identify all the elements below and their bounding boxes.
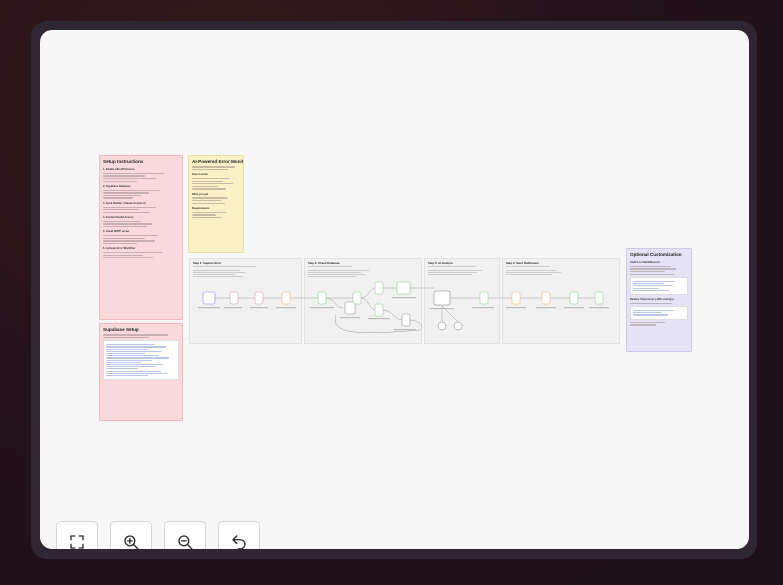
send-email-node bbox=[569, 291, 579, 305]
workflow-canvas[interactable]: Setup Instructions 1. Enable n8n API Acc… bbox=[40, 30, 749, 549]
zoom-in-icon bbox=[124, 535, 139, 549]
log-node bbox=[594, 291, 604, 305]
build-email-node bbox=[541, 291, 551, 305]
chat-model-node bbox=[437, 321, 447, 331]
format-node bbox=[511, 291, 521, 305]
zoom-out-button[interactable] bbox=[164, 521, 206, 549]
code-node bbox=[254, 291, 264, 305]
ai-agent-node bbox=[433, 290, 451, 306]
set-node bbox=[229, 291, 239, 305]
fit-view-button[interactable] bbox=[56, 521, 98, 549]
memory-node bbox=[453, 321, 463, 331]
supabase-update-node bbox=[352, 291, 362, 305]
parse-ai-node bbox=[479, 291, 489, 305]
wait-node bbox=[401, 313, 411, 327]
merge-node bbox=[396, 281, 411, 295]
workflow-nodes bbox=[202, 281, 604, 331]
reset-view-button[interactable] bbox=[218, 521, 260, 549]
supabase-insert-node bbox=[374, 303, 384, 317]
error-trigger-node bbox=[202, 291, 216, 305]
workflow-graph bbox=[198, 281, 609, 333]
supabase-get-node bbox=[317, 291, 327, 305]
switch-node bbox=[374, 281, 384, 295]
zoom-out-icon bbox=[178, 535, 193, 549]
http-node bbox=[281, 291, 291, 305]
zoom-in-button[interactable] bbox=[110, 521, 152, 549]
undo-icon bbox=[232, 535, 246, 549]
fit-view-icon bbox=[70, 535, 84, 549]
